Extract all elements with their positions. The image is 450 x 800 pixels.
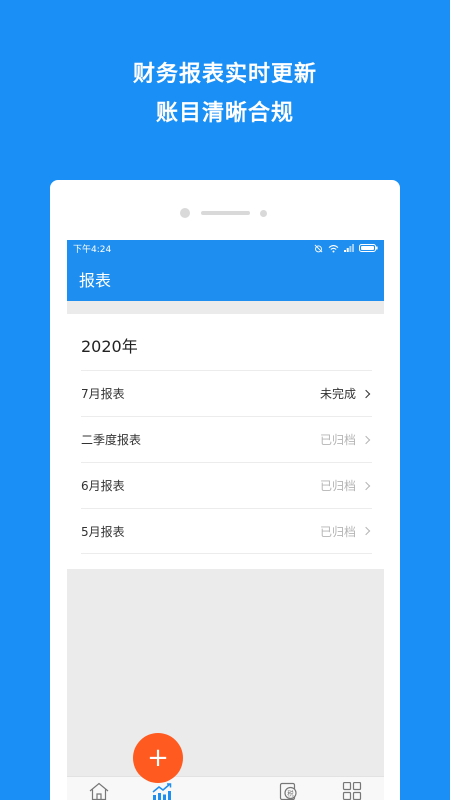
report-row-may[interactable]: 5月报表 已归档 [81,508,372,554]
status-bar: 下午4:24 [67,240,384,256]
status-icons [314,244,378,253]
chevron-right-icon [361,481,371,490]
report-row-status: 未完成 [320,385,372,402]
report-row-q2[interactable]: 二季度报表 已归档 [81,416,372,462]
chart-icon [152,783,172,800]
page-title: 报表 [79,270,112,290]
svg-text:税: 税 [287,789,294,798]
chevron-right-icon [361,435,371,444]
report-row-status: 已归档 [320,523,372,540]
status-text: 已归档 [319,479,356,493]
report-card: 2020年 7月报表 未完成 二季度报表 已归档 6月报表 已归档 5月报表 已… [67,314,384,569]
signal-icon [344,244,354,252]
bottom-tab-bar: 主页 报表 记账 税 报税 更多 [67,776,384,800]
tab-tax[interactable]: 税 报税 [257,777,320,800]
app-header: 报表 [67,256,384,301]
report-row-name: 6月报表 [81,479,125,493]
home-icon [89,782,109,800]
chevron-right-icon [361,389,371,398]
chevron-right-icon [361,526,371,536]
tab-more[interactable]: 更多 [321,777,384,800]
report-row-name: 二季度报表 [81,433,142,447]
status-time: 下午4:24 [73,244,112,255]
status-text: 已归档 [319,433,356,447]
status-text: 未完成 [319,387,356,401]
alarm-off-icon [314,244,323,252]
earpiece-speaker [201,211,250,215]
wifi-icon [328,244,339,252]
front-camera [180,208,190,218]
phone-frame: 下午4:24 报表 2020年 7月报表 未完成 二季度报表 已归档 6月报表 … [50,180,400,800]
battery-icon [359,244,378,252]
report-row-name: 7月报表 [81,387,125,401]
report-list: 7月报表 未完成 二季度报表 已归档 6月报表 已归档 5月报表 已归档 [81,370,372,554]
report-row-name: 5月报表 [81,524,125,539]
tax-icon: 税 [279,782,297,800]
plus-icon: + [147,743,169,773]
tab-home[interactable]: 主页 [67,777,130,800]
report-year: 2020年 [81,337,138,356]
add-entry-button[interactable]: + [133,733,183,783]
tab-bookkeeping[interactable]: 记账 [194,777,257,800]
report-row-june[interactable]: 6月报表 已归档 [81,462,372,508]
report-row-status: 已归档 [320,431,372,448]
grid-icon [343,782,362,800]
status-text: 已归档 [319,524,356,539]
proximity-sensor [260,210,267,217]
report-row-status: 已归档 [320,477,372,494]
promo-line-1: 财务报表实时更新 [132,62,317,87]
app-screen: 下午4:24 报表 2020年 7月报表 未完成 二季度报表 已归档 6月报表 … [67,240,384,800]
report-row-july[interactable]: 7月报表 未完成 [81,370,372,416]
promo-line-2: 账目清晰合规 [155,101,294,126]
